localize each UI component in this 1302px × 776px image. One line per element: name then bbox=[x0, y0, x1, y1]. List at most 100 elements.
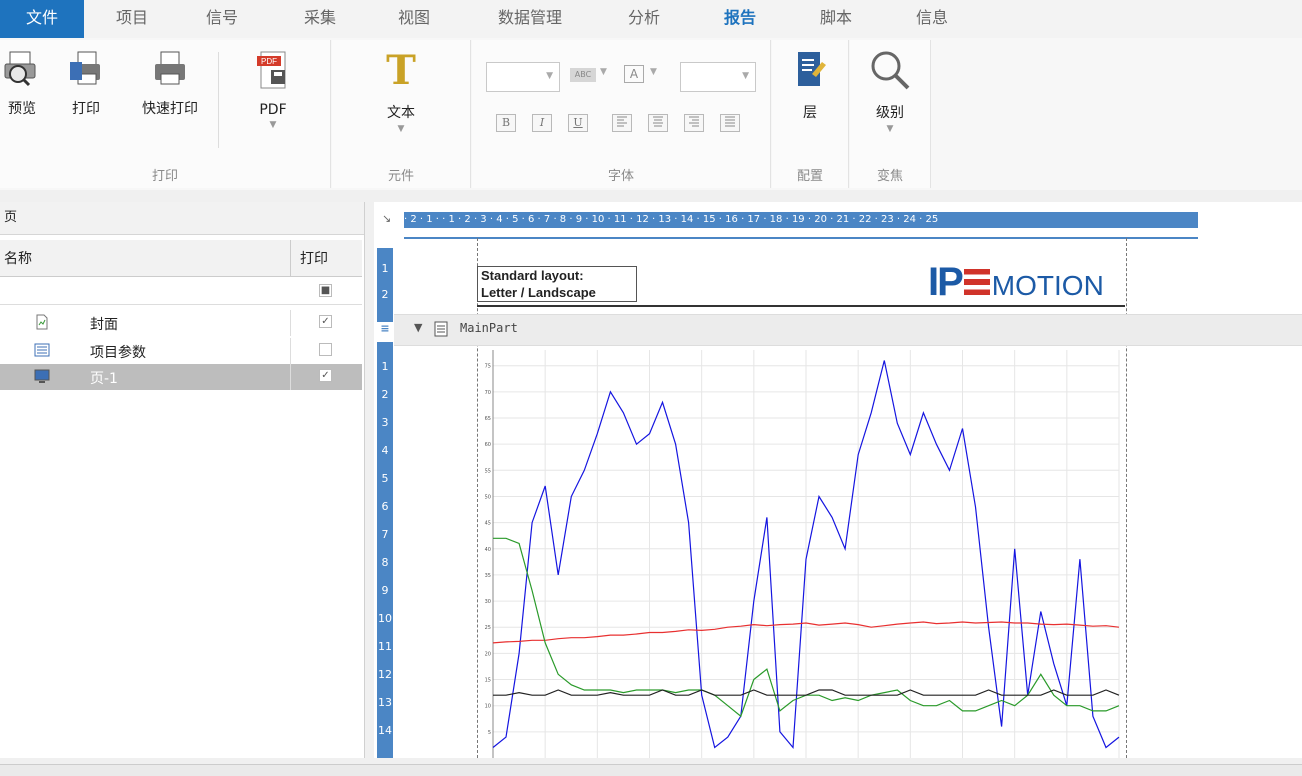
chevron-down-icon: ▼ bbox=[269, 120, 277, 130]
chevron-down-icon: ▼ bbox=[397, 124, 405, 134]
pdf-button[interactable]: PDF PDF ▼ bbox=[244, 48, 302, 130]
text-highlight-icon[interactable]: ABC bbox=[570, 68, 596, 82]
align-left-icon[interactable] bbox=[612, 114, 632, 132]
underline-button[interactable]: U bbox=[568, 114, 588, 132]
ruler-mark: 2 bbox=[381, 288, 389, 301]
text-icon: T bbox=[386, 48, 416, 92]
collapse-arrow-icon[interactable]: ▼ bbox=[414, 321, 422, 334]
preview-button[interactable]: 预览 bbox=[0, 48, 44, 118]
column-divider bbox=[290, 240, 291, 276]
y-tick-label: 55 bbox=[485, 468, 491, 474]
ruler-corner: ↘ bbox=[382, 212, 392, 225]
column-divider bbox=[290, 364, 291, 390]
chevron-down-icon: ▼ bbox=[742, 71, 749, 81]
align-center-icon[interactable] bbox=[648, 114, 668, 132]
ruler-mark: 1 bbox=[381, 360, 389, 373]
italic-button[interactable]: I bbox=[532, 114, 552, 132]
menu-tabs: 文件 项目 信号 采集 视图 数据管理 分析 报告 脚本 信息 bbox=[0, 0, 1302, 38]
print-icon bbox=[70, 51, 100, 85]
company-logo: IP MOTION bbox=[928, 260, 1104, 305]
font-group: ▼ ABC ▼ A ▼ ▼ B I U 字体 bbox=[472, 40, 771, 188]
select-all-checkbox[interactable]: ■ bbox=[319, 284, 332, 297]
font-name-select[interactable]: ▼ bbox=[486, 62, 560, 92]
print-checkbox[interactable] bbox=[319, 343, 332, 356]
pdf-icon: PDF bbox=[257, 51, 286, 89]
section-mainpart[interactable]: ▼ MainPart bbox=[394, 314, 1302, 346]
tab-report[interactable]: 报告 bbox=[712, 0, 768, 38]
align-right-icon[interactable] bbox=[684, 114, 704, 132]
tab-view[interactable]: 视图 bbox=[386, 0, 442, 38]
svg-text:PDF: PDF bbox=[261, 57, 277, 66]
text-button[interactable]: T 文本 ▼ bbox=[372, 48, 430, 134]
chevron-down-icon: ▼ bbox=[600, 67, 607, 77]
report-editor[interactable]: ↘ · 2 · 1 · · 1 · 2 · 3 · 4 · 5 · 6 · 7 … bbox=[374, 202, 1302, 758]
page-row[interactable]: 封面 ✓ bbox=[0, 310, 362, 336]
ruler-mark: 8 bbox=[381, 556, 389, 569]
print-checkbox[interactable]: ✓ bbox=[319, 369, 332, 382]
tab-analysis[interactable]: 分析 bbox=[616, 0, 672, 38]
print-checkbox[interactable]: ✓ bbox=[319, 315, 332, 328]
cover-page-icon bbox=[36, 314, 48, 330]
y-tick-label: 70 bbox=[485, 390, 491, 396]
bold-button[interactable]: B bbox=[496, 114, 516, 132]
tab-data-management[interactable]: 数据管理 bbox=[482, 0, 578, 38]
column-divider bbox=[290, 338, 291, 364]
ruler-mark: 14 bbox=[378, 724, 392, 737]
page-name: 页-1 bbox=[90, 371, 118, 387]
status-bar bbox=[0, 764, 1302, 776]
ruler-mark: 10 bbox=[378, 612, 392, 625]
ruler-mark: 1 bbox=[381, 262, 389, 275]
print-button[interactable]: 打印 bbox=[64, 48, 108, 118]
horizontal-ruler: · 2 · 1 · · 1 · 2 · 3 · 4 · 5 · 6 · 7 · … bbox=[404, 212, 1198, 228]
chevron-down-icon: ▼ bbox=[650, 67, 657, 77]
section-icon bbox=[434, 321, 448, 337]
font-color-icon[interactable]: A bbox=[624, 65, 644, 83]
section-title: MainPart bbox=[460, 321, 518, 335]
zoom-level-button[interactable]: 级别 ▼ bbox=[864, 48, 916, 134]
list-icon bbox=[34, 343, 50, 357]
ruler-mark: 5 bbox=[381, 472, 389, 485]
tab-file[interactable]: 文件 bbox=[0, 0, 84, 38]
logo-mark bbox=[963, 269, 990, 295]
tab-info[interactable]: 信息 bbox=[904, 0, 960, 38]
page-row[interactable]: 项目参数 bbox=[0, 338, 362, 364]
config-group-label: 配置 bbox=[796, 169, 823, 184]
column-divider bbox=[290, 310, 291, 336]
zoom-level-label: 级别 bbox=[876, 105, 904, 121]
vertical-ruler: 1 2 ≡ 1 2 3 4 5 6 7 8 9 10 11 12 13 14 bbox=[377, 248, 393, 758]
pages-panel-title: 页 bbox=[0, 202, 364, 235]
element-group: T 文本 ▼ 元件 bbox=[332, 40, 471, 188]
pages-table-header: 名称 打印 bbox=[0, 240, 362, 277]
tab-script[interactable]: 脚本 bbox=[808, 0, 864, 38]
y-tick-label: 5 bbox=[488, 730, 491, 736]
tab-signal[interactable]: 信号 bbox=[194, 0, 250, 38]
align-justify-icon[interactable] bbox=[720, 114, 740, 132]
logo-ip: IP bbox=[928, 260, 964, 304]
pages-panel: 页 名称 打印 ■ 封面 ✓ 项目参数 页-1 ✓ bbox=[0, 202, 365, 758]
page-row[interactable]: 页-1 ✓ bbox=[0, 364, 362, 390]
ruler-mark: 9 bbox=[381, 584, 389, 597]
y-tick-label: 45 bbox=[485, 521, 491, 527]
divider bbox=[218, 52, 219, 148]
tab-project[interactable]: 项目 bbox=[104, 0, 160, 38]
tab-acquisition[interactable]: 采集 bbox=[292, 0, 348, 38]
layout-line2: Letter / Landscape bbox=[481, 285, 596, 300]
layer-button[interactable]: 层 bbox=[786, 48, 834, 122]
zoom-group-label: 变焦 bbox=[876, 169, 903, 184]
ruler-mark: 12 bbox=[378, 668, 392, 681]
quick-print-button[interactable]: 快速打印 bbox=[126, 48, 214, 118]
column-print-header[interactable]: 打印 bbox=[300, 248, 328, 268]
text-label: 文本 bbox=[387, 105, 415, 121]
layout-textbox[interactable]: Standard layout: Letter / Landscape bbox=[477, 266, 637, 302]
y-tick-label: 20 bbox=[485, 651, 491, 657]
column-name-header[interactable]: 名称 bbox=[4, 248, 32, 268]
print-group: 预览 打印 快速打印 PDF PDF ▼ 打印 bbox=[0, 40, 331, 188]
section-marker-icon[interactable]: ≡ bbox=[377, 322, 393, 342]
signal-chart[interactable]: 75 70 65 60 55 50 45 40 35 30 25 20 15 10 5 bbox=[479, 350, 1125, 758]
font-size-select[interactable]: ▼ bbox=[680, 62, 756, 92]
chevron-down-icon: ▼ bbox=[546, 71, 553, 81]
layer-icon bbox=[798, 52, 826, 86]
monitor-icon bbox=[34, 369, 50, 383]
layout-line1: Standard layout: bbox=[481, 268, 584, 283]
y-tick-label: 40 bbox=[485, 547, 491, 553]
